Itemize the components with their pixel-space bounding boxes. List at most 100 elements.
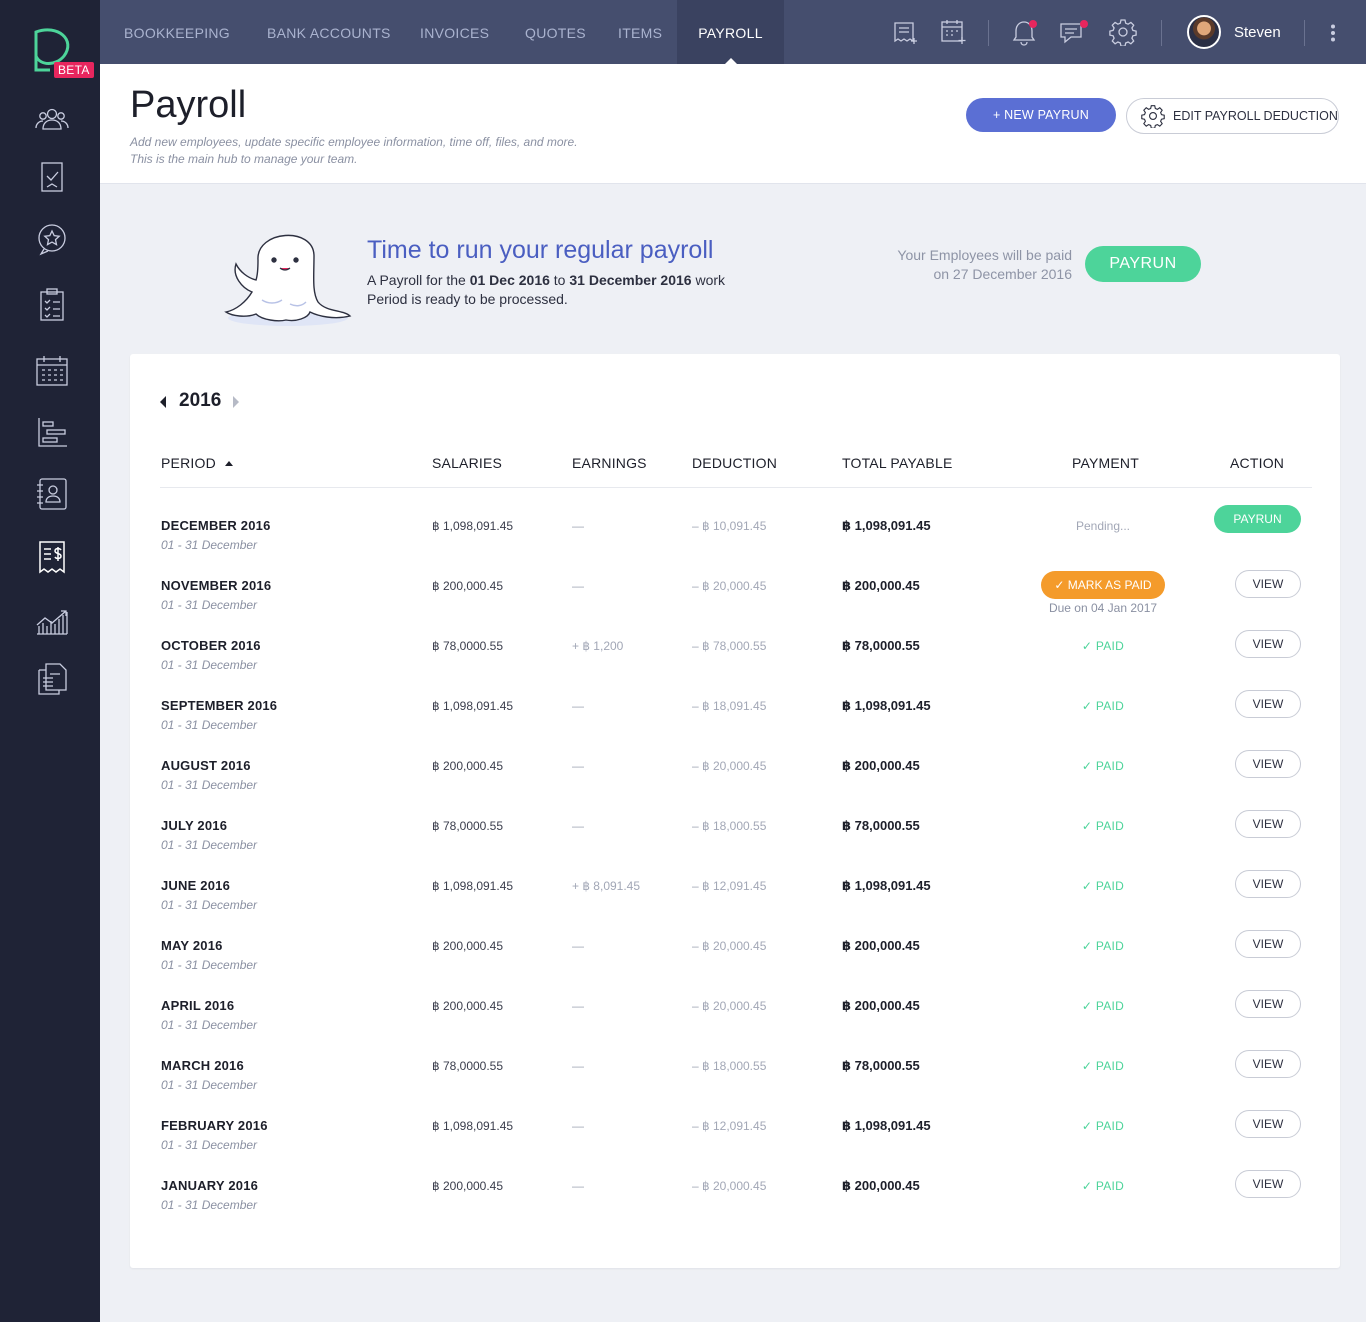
row-earnings: — (572, 579, 584, 593)
kebab-menu-icon[interactable] (1330, 24, 1336, 42)
user-name[interactable]: Steven (1234, 0, 1281, 66)
row-earnings: — (572, 519, 584, 533)
tab-bookkeeping[interactable]: BOOKKEEPING (124, 0, 230, 64)
row-salaries: ฿ 78,0000.55 (432, 1059, 504, 1073)
row-salaries: ฿ 78,0000.55 (432, 639, 504, 653)
column-header-action[interactable]: ACTION (1230, 455, 1284, 471)
row-range: 01 - 31 December (161, 598, 258, 612)
previous-year-arrow-icon[interactable] (160, 396, 166, 408)
row-deduction: – ฿ 12,091.45 (692, 1119, 767, 1133)
row-view-button[interactable]: VIEW (1235, 810, 1301, 838)
timeline-icon[interactable] (33, 413, 71, 451)
table-row: JULY 2016 01 - 31 December ฿ 78,0000.55 … (130, 810, 1340, 878)
row-earnings: — (572, 1179, 584, 1193)
row-total-payable: ฿ 200,000.45 (842, 758, 920, 773)
table-row: APRIL 2016 01 - 31 December ฿ 200,000.45… (130, 990, 1340, 1058)
row-earnings: + ฿ 8,091.45 (572, 879, 641, 893)
avatar[interactable] (1187, 15, 1221, 49)
octopus-mascot-illustration (222, 216, 354, 330)
row-payment-status: ✓ PAID (1081, 639, 1125, 653)
row-range: 01 - 31 December (161, 898, 258, 912)
banner-text-line-2: Period is ready to be processed. (367, 291, 568, 307)
row-deduction: – ฿ 20,000.45 (692, 759, 767, 773)
row-deduction: – ฿ 20,000.45 (692, 999, 767, 1013)
favorites-chat-icon[interactable] (33, 220, 71, 258)
row-total-payable: ฿ 78,0000.55 (842, 818, 920, 833)
subtitle-line-1: Add new employees, update specific emplo… (130, 135, 578, 149)
period-header-label: PERIOD (161, 455, 216, 471)
tasks-icon[interactable] (33, 158, 71, 196)
row-salaries: ฿ 1,098,091.45 (432, 519, 514, 533)
row-view-button[interactable]: VIEW (1235, 570, 1301, 598)
tab-bank-accounts[interactable]: BANK ACCOUNTS (267, 0, 391, 64)
tab-items[interactable]: ITEMS (618, 0, 662, 64)
column-header-earnings[interactable]: EARNINGS (572, 455, 647, 471)
column-header-deduction[interactable]: DEDUCTION (692, 455, 777, 471)
row-view-button[interactable]: VIEW (1235, 870, 1301, 898)
analytics-icon[interactable] (33, 600, 71, 638)
documents-icon[interactable] (33, 660, 71, 698)
row-total-payable: ฿ 1,098,091.45 (842, 1118, 931, 1133)
row-payment-status: ✓ PAID (1081, 1179, 1125, 1193)
row-period: APRIL 2016 (161, 998, 235, 1013)
settings-gear-icon[interactable] (1109, 18, 1137, 47)
banner-text: A Payroll for the 01 Dec 2016 to 31 Dece… (367, 271, 767, 309)
row-range: 01 - 31 December (161, 1078, 258, 1092)
checklist-icon[interactable] (33, 286, 71, 324)
mark-as-paid-button[interactable]: ✓ MARK AS PAID (1041, 571, 1165, 599)
year-label: 2016 (179, 390, 222, 411)
add-note-icon[interactable] (892, 18, 920, 46)
row-view-button[interactable]: VIEW (1235, 690, 1301, 718)
row-view-button[interactable]: VIEW (1235, 1110, 1301, 1138)
row-view-button[interactable]: VIEW (1235, 990, 1301, 1018)
team-icon[interactable] (33, 100, 71, 138)
table-row: MARCH 2016 01 - 31 December ฿ 78,0000.55… (130, 1050, 1340, 1118)
tab-invoices[interactable]: INVOICES (420, 0, 489, 64)
row-total-payable: ฿ 200,000.45 (842, 1178, 920, 1193)
row-view-button[interactable]: VIEW (1235, 930, 1301, 958)
row-view-button[interactable]: VIEW (1235, 750, 1301, 778)
edit-payroll-deduction-button[interactable]: EDIT PAYROLL DEDUCTION (1126, 98, 1339, 134)
column-header-payment[interactable]: PAYMENT (1072, 455, 1139, 471)
tab-payroll[interactable]: PAYROLL (677, 0, 784, 64)
row-salaries: ฿ 200,000.45 (432, 759, 504, 773)
column-header-period[interactable]: PERIOD (161, 455, 233, 471)
contacts-icon[interactable] (33, 475, 71, 513)
banner-date-end: 31 December 2016 (569, 272, 692, 288)
row-range: 01 - 31 December (161, 1138, 258, 1152)
row-view-button[interactable]: VIEW (1235, 630, 1301, 658)
column-header-total-payable[interactable]: TOTAL PAYABLE (842, 455, 953, 471)
row-range: 01 - 31 December (161, 1018, 258, 1032)
payroll-table-card: 2016 PERIOD SALARIES EARNINGS DEDUCTION … (130, 354, 1340, 1268)
calendar-icon[interactable] (33, 352, 71, 390)
row-earnings: — (572, 1059, 584, 1073)
row-deduction: – ฿ 18,000.55 (692, 1059, 767, 1073)
row-period: NOVEMBER 2016 (161, 578, 272, 593)
row-view-button[interactable]: VIEW (1235, 1170, 1301, 1198)
top-navigation: BOOKKEEPING BANK ACCOUNTS INVOICES QUOTE… (100, 0, 1366, 64)
payrun-button[interactable]: PAYRUN (1085, 246, 1201, 282)
row-deduction: – ฿ 20,000.45 (692, 579, 767, 593)
nav-divider (988, 20, 989, 46)
payroll-receipt-icon[interactable] (33, 538, 71, 576)
banner-title: Time to run your regular payroll (367, 236, 714, 264)
banner-text-suffix: work (691, 272, 726, 288)
table-row: AUGUST 2016 01 - 31 December ฿ 200,000.4… (130, 750, 1340, 818)
nav-divider (1161, 20, 1162, 46)
row-payrun-button[interactable]: PAYRUN (1214, 505, 1301, 533)
row-earnings: — (572, 819, 584, 833)
row-earnings: — (572, 759, 584, 773)
add-event-icon[interactable] (940, 18, 968, 46)
row-total-payable: ฿ 78,0000.55 (842, 638, 920, 653)
row-view-button[interactable]: VIEW (1235, 1050, 1301, 1078)
tab-quotes[interactable]: QUOTES (525, 0, 586, 64)
table-header-divider (160, 487, 1312, 488)
row-total-payable: ฿ 78,0000.55 (842, 1058, 920, 1073)
row-period: JUNE 2016 (161, 878, 231, 893)
new-payrun-button[interactable]: + NEW PAYRUN (966, 98, 1116, 132)
row-deduction: – ฿ 20,000.45 (692, 1179, 767, 1193)
column-header-salaries[interactable]: SALARIES (432, 455, 502, 471)
next-year-arrow-icon[interactable] (233, 396, 239, 408)
table-row: NOVEMBER 2016 01 - 31 December ฿ 200,000… (130, 570, 1340, 638)
row-period: JULY 2016 (161, 818, 228, 833)
